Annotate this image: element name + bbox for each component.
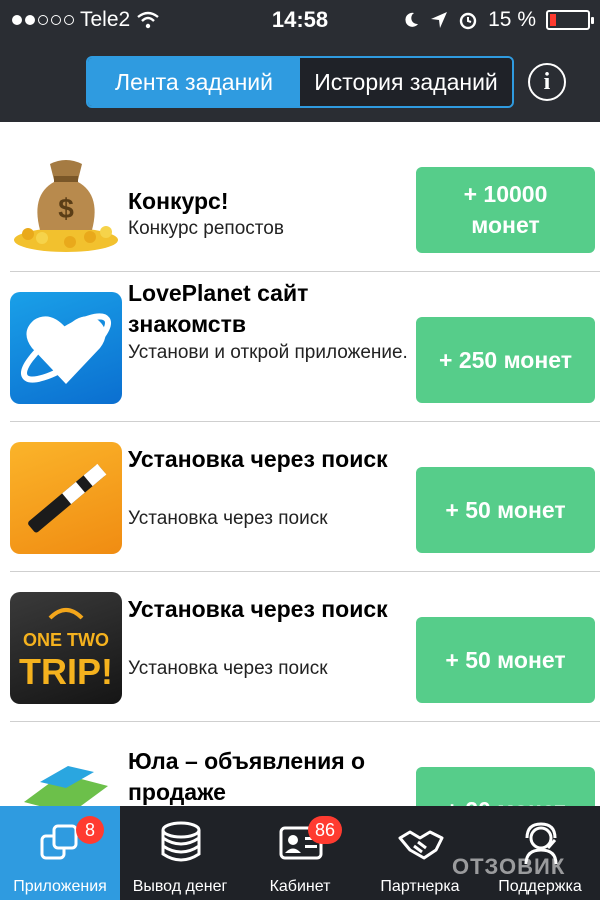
tab-account[interactable]: 86 Кабинет	[240, 806, 360, 900]
tab-apps[interactable]: 8 Приложения	[0, 806, 120, 900]
tab-task-history[interactable]: История заданий	[300, 58, 512, 106]
task-subtitle: Конкурс репостов	[128, 218, 284, 239]
tab-partner[interactable]: Партнерка	[360, 806, 480, 900]
bottom-tab-bar: 8 Приложения Вывод денег 86 Кабинет Парт…	[0, 806, 600, 900]
reward-button[interactable]: + 50 монет	[416, 467, 595, 553]
header: Tele2 14:58 15 % Лента заданий История з…	[0, 0, 600, 122]
info-icon[interactable]: i	[528, 63, 566, 101]
task-row[interactable]: $ Конкурс! Конкурс репостов + 10000 моне…	[0, 122, 600, 272]
tab-label: Партнерка	[380, 878, 460, 895]
task-title: Установка через поиск	[128, 596, 388, 622]
apps-badge: 8	[76, 816, 104, 844]
location-icon	[431, 12, 448, 28]
task-title: Юла – объявления о продаже	[128, 748, 366, 805]
moon-icon	[405, 12, 419, 27]
tab-support[interactable]: Поддержка	[480, 806, 600, 900]
task-row[interactable]: Установка через поиск Установка через по…	[0, 422, 600, 572]
tab-withdraw[interactable]: Вывод денег	[120, 806, 240, 900]
onetwotrip-icon: ONE TWO TRIP!	[10, 592, 122, 704]
account-badge: 86	[308, 816, 343, 844]
status-right: 15 %	[402, 8, 594, 32]
money-bag-icon: $	[10, 142, 122, 254]
reward-button[interactable]: + 10000 монет	[416, 167, 595, 253]
loveplanet-icon	[10, 292, 122, 404]
tab-label: Кабинет	[269, 878, 331, 895]
watermark: ОТЗОВИК	[452, 854, 566, 879]
tab-label: Поддержка	[498, 878, 582, 895]
task-title: Установка через поиск	[128, 446, 388, 472]
battery-percent: 15 %	[488, 8, 536, 31]
task-tabs: Лента заданий История заданий	[86, 56, 514, 108]
svg-text:$: $	[58, 193, 74, 224]
handshake-icon	[398, 830, 444, 860]
tab-label: Вывод денег	[132, 878, 228, 895]
tab-task-feed[interactable]: Лента заданий	[88, 58, 300, 106]
coins-icon	[161, 821, 201, 862]
task-row[interactable]: Юла – объявления о продаже + 20 монет	[0, 722, 600, 806]
onetwotrip-logo-text: ONE TWO	[23, 630, 109, 650]
task-subtitle: Установка через поиск	[128, 508, 328, 529]
tab-label: Приложения	[13, 878, 107, 895]
yula-icon	[10, 742, 122, 806]
task-list: $ Конкурс! Конкурс репостов + 10000 моне…	[0, 122, 600, 806]
reward-button[interactable]: + 250 монет	[416, 317, 595, 403]
task-row[interactable]: LovePlanet сайт знакомств Установи и отк…	[0, 272, 600, 422]
reward-button[interactable]: + 20 монет	[416, 767, 595, 806]
status-bar: Tele2 14:58 15 %	[0, 0, 600, 40]
task-title: LovePlanet сайт знакомств	[128, 280, 309, 337]
svg-text:TRIP!: TRIP!	[19, 651, 113, 692]
magic-wand-icon	[10, 442, 122, 554]
reward-button[interactable]: + 50 монет	[416, 617, 595, 703]
task-subtitle: Установи и открой приложение.	[128, 342, 408, 363]
battery-icon	[546, 10, 594, 30]
task-row[interactable]: ONE TWO TRIP! Установка через поиск Уста…	[0, 572, 600, 722]
task-title: Конкурс!	[128, 188, 229, 214]
task-subtitle: Установка через поиск	[128, 658, 328, 679]
alarm-icon	[459, 12, 477, 30]
